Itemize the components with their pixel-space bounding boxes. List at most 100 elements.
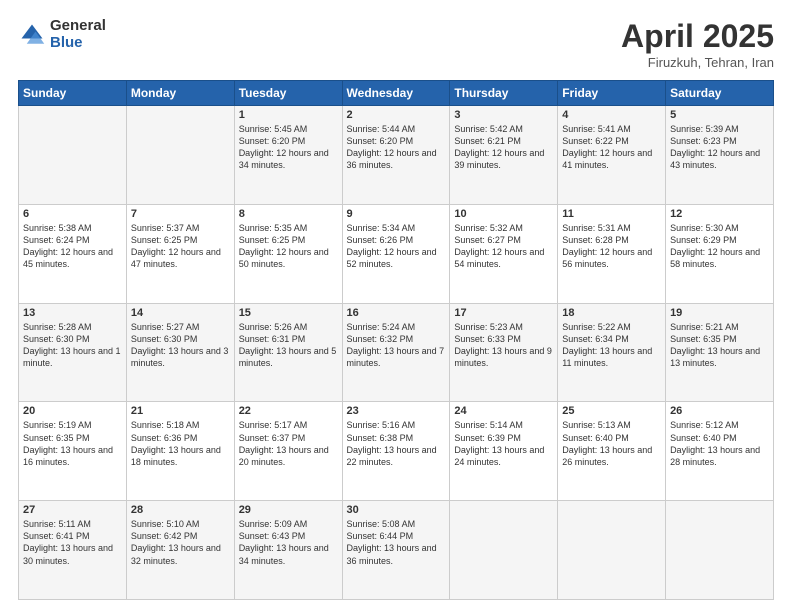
- day-info: Sunrise: 5:27 AM Sunset: 6:30 PM Dayligh…: [131, 321, 230, 370]
- calendar-cell: [450, 501, 558, 600]
- calendar-cell: [126, 106, 234, 205]
- calendar-body: 1 Sunrise: 5:45 AM Sunset: 6:20 PM Daylig…: [19, 106, 774, 600]
- day-info: Sunrise: 5:22 AM Sunset: 6:34 PM Dayligh…: [562, 321, 661, 370]
- page: General Blue April 2025 Firuzkuh, Tehran…: [0, 0, 792, 612]
- day-number: 2: [347, 109, 446, 121]
- day-number: 20: [23, 405, 122, 417]
- calendar-cell: 4 Sunrise: 5:41 AM Sunset: 6:22 PM Daylig…: [558, 106, 666, 205]
- day-info: Sunrise: 5:23 AM Sunset: 6:33 PM Dayligh…: [454, 321, 553, 370]
- calendar-cell: 15Sunrise: 5:26 AM Sunset: 6:31 PM Dayli…: [234, 303, 342, 402]
- day-number: 9: [347, 208, 446, 220]
- logo-blue: Blue: [50, 35, 106, 52]
- day-number: 17: [454, 307, 553, 319]
- day-info: Sunrise: 5:16 AM Sunset: 6:38 PM Dayligh…: [347, 419, 446, 468]
- day-number: 14: [131, 307, 230, 319]
- day-number: 29: [239, 504, 338, 516]
- day-number: 5: [670, 109, 769, 121]
- day-number: 7: [131, 208, 230, 220]
- calendar-cell: 13 Sunrise: 5:28 AM Sunset: 6:30 PM Dayli…: [19, 303, 127, 402]
- day-info: Sunrise: 5:12 AM Sunset: 6:40 PM Dayligh…: [670, 419, 769, 468]
- calendar-week-row: 20 Sunrise: 5:19 AM Sunset: 6:35 PM Dayli…: [19, 402, 774, 501]
- day-info: Sunrise: 5:08 AM Sunset: 6:44 PM Dayligh…: [347, 518, 446, 567]
- day-info: Sunrise: 5:35 AM Sunset: 6:25 PM Dayligh…: [239, 222, 338, 271]
- calendar-cell: 2Sunrise: 5:44 AM Sunset: 6:20 PM Daylig…: [342, 106, 450, 205]
- day-number: 11: [562, 208, 661, 220]
- day-info: Sunrise: 5:30 AM Sunset: 6:29 PM Dayligh…: [670, 222, 769, 271]
- calendar-cell: 16 Sunrise: 5:24 AM Sunset: 6:32 PM Dayli…: [342, 303, 450, 402]
- calendar-cell: [666, 501, 774, 600]
- logo-text: General Blue: [50, 18, 106, 51]
- calendar-cell: 1 Sunrise: 5:45 AM Sunset: 6:20 PM Daylig…: [234, 106, 342, 205]
- day-info: Sunrise: 5:19 AM Sunset: 6:35 PM Dayligh…: [23, 419, 122, 468]
- calendar-cell: 8 Sunrise: 5:35 AM Sunset: 6:25 PM Daylig…: [234, 204, 342, 303]
- weekday-header: Thursday: [450, 81, 558, 106]
- day-number: 21: [131, 405, 230, 417]
- day-info: Sunrise: 5:14 AM Sunset: 6:39 PM Dayligh…: [454, 419, 553, 468]
- calendar-cell: 3Sunrise: 5:42 AM Sunset: 6:21 PM Daylig…: [450, 106, 558, 205]
- calendar-cell: [19, 106, 127, 205]
- calendar-table: SundayMondayTuesdayWednesdayThursdayFrid…: [18, 80, 774, 600]
- header: General Blue April 2025 Firuzkuh, Tehran…: [18, 18, 774, 70]
- day-number: 23: [347, 405, 446, 417]
- calendar-cell: 10Sunrise: 5:32 AM Sunset: 6:27 PM Dayli…: [450, 204, 558, 303]
- weekday-header: Monday: [126, 81, 234, 106]
- weekday-header-row: SundayMondayTuesdayWednesdayThursdayFrid…: [19, 81, 774, 106]
- day-number: 1: [239, 109, 338, 121]
- day-number: 27: [23, 504, 122, 516]
- calendar-cell: 25Sunrise: 5:13 AM Sunset: 6:40 PM Dayli…: [558, 402, 666, 501]
- title-area: April 2025 Firuzkuh, Tehran, Iran: [621, 18, 774, 70]
- weekday-header: Saturday: [666, 81, 774, 106]
- logo: General Blue: [18, 18, 106, 51]
- calendar-cell: 7Sunrise: 5:37 AM Sunset: 6:25 PM Daylig…: [126, 204, 234, 303]
- day-info: Sunrise: 5:42 AM Sunset: 6:21 PM Dayligh…: [454, 123, 553, 172]
- calendar-cell: 19Sunrise: 5:21 AM Sunset: 6:35 PM Dayli…: [666, 303, 774, 402]
- day-info: Sunrise: 5:09 AM Sunset: 6:43 PM Dayligh…: [239, 518, 338, 567]
- calendar-cell: 22Sunrise: 5:17 AM Sunset: 6:37 PM Dayli…: [234, 402, 342, 501]
- day-info: Sunrise: 5:41 AM Sunset: 6:22 PM Dayligh…: [562, 123, 661, 172]
- day-number: 24: [454, 405, 553, 417]
- day-info: Sunrise: 5:31 AM Sunset: 6:28 PM Dayligh…: [562, 222, 661, 271]
- weekday-header: Sunday: [19, 81, 127, 106]
- calendar-cell: 27 Sunrise: 5:11 AM Sunset: 6:41 PM Dayli…: [19, 501, 127, 600]
- day-number: 30: [347, 504, 446, 516]
- day-info: Sunrise: 5:26 AM Sunset: 6:31 PM Dayligh…: [239, 321, 338, 370]
- day-info: Sunrise: 5:32 AM Sunset: 6:27 PM Dayligh…: [454, 222, 553, 271]
- day-info: Sunrise: 5:24 AM Sunset: 6:32 PM Dayligh…: [347, 321, 446, 370]
- day-number: 6: [23, 208, 122, 220]
- weekday-header: Wednesday: [342, 81, 450, 106]
- day-number: 28: [131, 504, 230, 516]
- day-number: 26: [670, 405, 769, 417]
- day-number: 18: [562, 307, 661, 319]
- day-info: Sunrise: 5:13 AM Sunset: 6:40 PM Dayligh…: [562, 419, 661, 468]
- day-info: Sunrise: 5:10 AM Sunset: 6:42 PM Dayligh…: [131, 518, 230, 567]
- day-info: Sunrise: 5:11 AM Sunset: 6:41 PM Dayligh…: [23, 518, 122, 567]
- day-info: Sunrise: 5:45 AM Sunset: 6:20 PM Dayligh…: [239, 123, 338, 172]
- logo-general: General: [50, 18, 106, 35]
- calendar-cell: 28 Sunrise: 5:10 AM Sunset: 6:42 PM Dayli…: [126, 501, 234, 600]
- calendar-cell: 20 Sunrise: 5:19 AM Sunset: 6:35 PM Dayli…: [19, 402, 127, 501]
- day-number: 13: [23, 307, 122, 319]
- calendar-cell: 14 Sunrise: 5:27 AM Sunset: 6:30 PM Dayli…: [126, 303, 234, 402]
- calendar-week-row: 1 Sunrise: 5:45 AM Sunset: 6:20 PM Daylig…: [19, 106, 774, 205]
- day-number: 8: [239, 208, 338, 220]
- day-number: 4: [562, 109, 661, 121]
- calendar-cell: 17 Sunrise: 5:23 AM Sunset: 6:33 PM Dayli…: [450, 303, 558, 402]
- calendar-header: SundayMondayTuesdayWednesdayThursdayFrid…: [19, 81, 774, 106]
- day-info: Sunrise: 5:17 AM Sunset: 6:37 PM Dayligh…: [239, 419, 338, 468]
- calendar-cell: 21Sunrise: 5:18 AM Sunset: 6:36 PM Dayli…: [126, 402, 234, 501]
- weekday-header: Tuesday: [234, 81, 342, 106]
- weekday-header: Friday: [558, 81, 666, 106]
- calendar-week-row: 6Sunrise: 5:38 AM Sunset: 6:24 PM Daylig…: [19, 204, 774, 303]
- day-info: Sunrise: 5:28 AM Sunset: 6:30 PM Dayligh…: [23, 321, 122, 370]
- calendar-cell: 12 Sunrise: 5:30 AM Sunset: 6:29 PM Dayli…: [666, 204, 774, 303]
- day-info: Sunrise: 5:39 AM Sunset: 6:23 PM Dayligh…: [670, 123, 769, 172]
- calendar-cell: 9Sunrise: 5:34 AM Sunset: 6:26 PM Daylig…: [342, 204, 450, 303]
- day-number: 16: [347, 307, 446, 319]
- calendar-cell: 11 Sunrise: 5:31 AM Sunset: 6:28 PM Dayli…: [558, 204, 666, 303]
- calendar-cell: 5 Sunrise: 5:39 AM Sunset: 6:23 PM Daylig…: [666, 106, 774, 205]
- calendar-cell: 23 Sunrise: 5:16 AM Sunset: 6:38 PM Dayli…: [342, 402, 450, 501]
- calendar-cell: 30 Sunrise: 5:08 AM Sunset: 6:44 PM Dayli…: [342, 501, 450, 600]
- calendar-week-row: 27 Sunrise: 5:11 AM Sunset: 6:41 PM Dayli…: [19, 501, 774, 600]
- day-number: 12: [670, 208, 769, 220]
- calendar-cell: 18 Sunrise: 5:22 AM Sunset: 6:34 PM Dayli…: [558, 303, 666, 402]
